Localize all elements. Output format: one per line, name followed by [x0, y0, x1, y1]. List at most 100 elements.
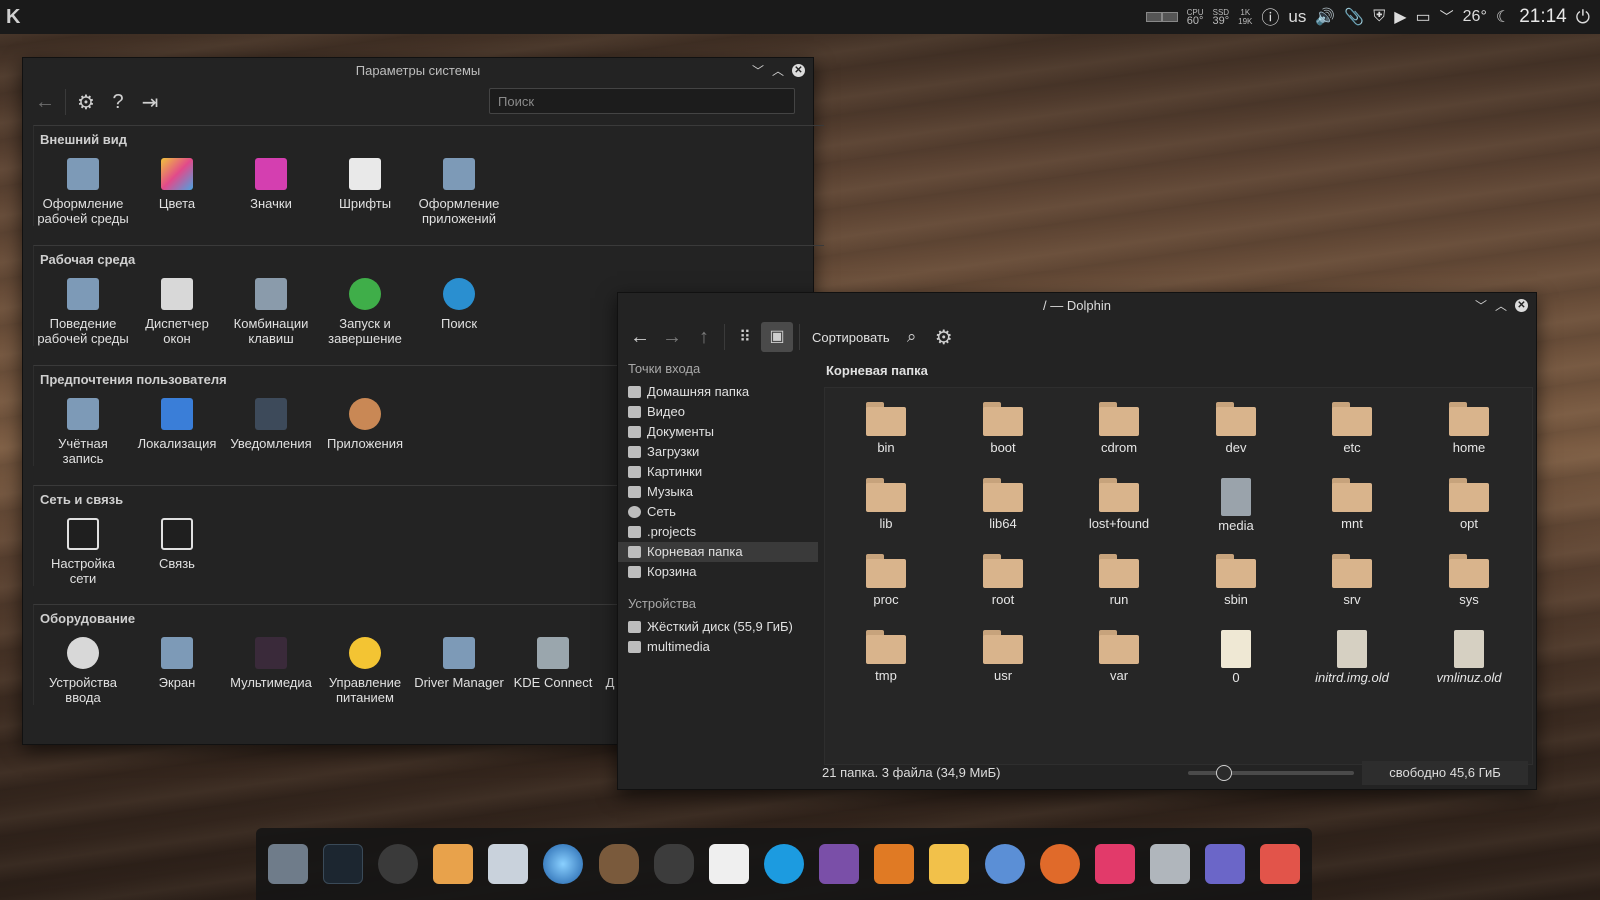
settings-icon[interactable]	[488, 844, 529, 884]
rss-icon[interactable]	[874, 844, 915, 884]
slider-handle[interactable]	[1216, 765, 1232, 781]
file-item[interactable]: sbin	[1191, 554, 1281, 607]
info-icon[interactable]: ⓘ	[1261, 4, 1279, 30]
item-startup[interactable]: Запуск и завершение	[318, 272, 412, 346]
place-root[interactable]: Корневая папка	[618, 542, 818, 562]
item-workspace-theme[interactable]: Оформление рабочей среды	[36, 152, 130, 226]
file-item[interactable]: 0	[1191, 630, 1281, 685]
krita-icon[interactable]	[598, 844, 639, 884]
file-item[interactable]: run	[1074, 554, 1164, 607]
item-kde-connect[interactable]: KDE Connect	[506, 631, 600, 705]
place-documents[interactable]: Документы	[618, 422, 818, 442]
file-item[interactable]: sys	[1424, 554, 1514, 607]
github-icon[interactable]	[377, 844, 418, 884]
device-multimedia[interactable]: multimedia	[618, 637, 818, 657]
place-projects[interactable]: .projects	[618, 522, 818, 542]
browser-icon[interactable]	[543, 844, 584, 884]
sort-button[interactable]: Сортировать	[806, 330, 896, 345]
forward-arrow-icon[interactable]: →	[656, 326, 688, 349]
file-item[interactable]: usr	[958, 630, 1048, 683]
clock[interactable]: 21:14	[1519, 6, 1567, 28]
item-notifications[interactable]: Уведомления	[224, 392, 318, 466]
file-item[interactable]: lost+found	[1074, 478, 1164, 531]
place-network[interactable]: Сеть	[618, 502, 818, 522]
media-player-icon[interactable]	[1094, 844, 1135, 884]
item-icons[interactable]: Значки	[224, 152, 318, 226]
close-icon[interactable]: ✕	[1515, 299, 1528, 312]
pointer-icon[interactable]	[1205, 844, 1246, 884]
item-multimedia[interactable]: Мультимедиа	[224, 631, 318, 705]
file-item[interactable]: tmp	[841, 630, 931, 683]
dolphin-titlebar[interactable]: / — Dolphin ﹀ ︿ ✕	[618, 293, 1536, 317]
up-arrow-icon[interactable]: ↑	[688, 326, 720, 349]
file-item[interactable]: lib64	[958, 478, 1048, 531]
chromium-icon[interactable]	[984, 844, 1025, 884]
editor-icon[interactable]	[708, 844, 749, 884]
file-item[interactable]: boot	[958, 402, 1048, 455]
file-item[interactable]: proc	[841, 554, 931, 607]
place-videos[interactable]: Видео	[618, 402, 818, 422]
item-colors[interactable]: Цвета	[130, 152, 224, 226]
downloader-icon[interactable]	[433, 844, 474, 884]
keyboard-layout[interactable]: us	[1288, 7, 1306, 27]
file-item[interactable]: srv	[1307, 554, 1397, 607]
file-item[interactable]: lib	[841, 478, 931, 531]
paperclip-icon[interactable]: 📎	[1344, 7, 1364, 27]
settings-titlebar[interactable]: Параметры системы ﹀ ︿ ✕	[23, 58, 813, 82]
place-home[interactable]: Домашняя папка	[618, 382, 818, 402]
item-workspace-behavior[interactable]: Поведение рабочей среды	[36, 272, 130, 346]
place-trash[interactable]: Корзина	[618, 562, 818, 582]
close-icon[interactable]: ✕	[792, 64, 805, 77]
item-app-style[interactable]: Оформление приложений	[412, 152, 506, 226]
torrent-icon[interactable]	[763, 844, 804, 884]
maximize-icon[interactable]: ︿	[1495, 297, 1507, 314]
device-hdd[interactable]: Жёсткий диск (55,9 ГиБ)	[618, 617, 818, 637]
kde-logo-icon[interactable]: K	[6, 6, 20, 29]
back-arrow-icon[interactable]: ←	[29, 91, 61, 114]
item-fonts[interactable]: Шрифты	[318, 152, 412, 226]
item-account[interactable]: Учётная запись	[36, 392, 130, 466]
search-icon[interactable]: ⌕	[896, 327, 928, 347]
files-icon[interactable]	[1150, 844, 1191, 884]
item-search[interactable]: Поиск	[412, 272, 506, 346]
place-pictures[interactable]: Картинки	[618, 462, 818, 482]
file-item[interactable]: mnt	[1307, 478, 1397, 531]
item-driver-manager[interactable]: Driver Manager	[412, 631, 506, 705]
file-item[interactable]: etc	[1307, 402, 1397, 455]
exit-icon[interactable]: ⇥	[134, 90, 166, 115]
chevron-down-icon[interactable]: ﹀	[1440, 7, 1454, 27]
item-window-manager[interactable]: Диспетчер окон	[130, 272, 224, 346]
network-monitor[interactable]: 1K 19K	[1238, 8, 1252, 26]
place-music[interactable]: Музыка	[618, 482, 818, 502]
maximize-icon[interactable]: ︿	[772, 62, 784, 79]
item-input-devices[interactable]: Устройства ввода	[36, 631, 130, 705]
grid-view-icon[interactable]: ⠿	[729, 327, 761, 347]
cpu-monitor[interactable]: CPU 60°	[1187, 8, 1204, 27]
moon-icon[interactable]: ☾	[1496, 7, 1510, 27]
help-icon[interactable]: ?	[102, 91, 134, 114]
photos-icon[interactable]	[1260, 844, 1301, 884]
file-item[interactable]: dev	[1191, 402, 1281, 455]
file-item[interactable]: initrd.img.old	[1307, 630, 1397, 685]
item-display[interactable]: Экран	[130, 631, 224, 705]
ssd-monitor[interactable]: SSD 39°	[1213, 8, 1230, 27]
gear-icon[interactable]: ⚙	[928, 325, 960, 350]
file-manager-icon[interactable]	[267, 844, 308, 884]
file-item[interactable]: media	[1191, 478, 1281, 533]
item-network-settings[interactable]: Настройка сети	[36, 512, 130, 586]
minimize-icon[interactable]: ﹀	[752, 62, 764, 79]
item-connectivity[interactable]: Связь	[130, 512, 224, 586]
play-icon[interactable]: ▶	[1394, 7, 1406, 27]
minimize-icon[interactable]: ﹀	[1475, 297, 1487, 314]
item-localization[interactable]: Локализация	[130, 392, 224, 466]
place-downloads[interactable]: Загрузки	[618, 442, 818, 462]
back-arrow-icon[interactable]: ←	[624, 326, 656, 349]
search-input[interactable]: Поиск	[489, 88, 795, 114]
item-applications[interactable]: Приложения	[318, 392, 412, 466]
power-icon[interactable]: ⏻	[1576, 7, 1590, 28]
pager-icon[interactable]	[1145, 10, 1178, 25]
file-item[interactable]: opt	[1424, 478, 1514, 531]
viber-icon[interactable]	[819, 844, 860, 884]
file-item[interactable]: var	[1074, 630, 1164, 683]
weather-temp[interactable]: 26°	[1463, 8, 1487, 26]
